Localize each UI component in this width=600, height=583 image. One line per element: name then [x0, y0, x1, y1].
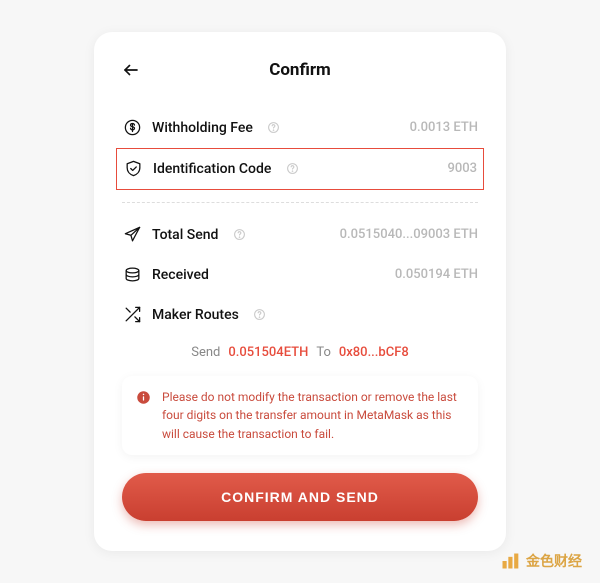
received-row: Received 0.050194 ETH — [122, 255, 478, 295]
watermark-text: 金色财经 — [526, 551, 582, 571]
page-title: Confirm — [269, 60, 331, 80]
received-value: 0.050194 ETH — [395, 267, 478, 282]
separator — [122, 202, 478, 203]
withholding-fee-value: 0.0013 ETH — [410, 120, 478, 135]
warning-text: Please do not modify the transaction or … — [162, 388, 464, 444]
total-send-value: 0.0515040...09003 ETH — [340, 227, 478, 242]
warning-box: Please do not modify the transaction or … — [122, 376, 478, 456]
withholding-fee-label: Withholding Fee — [152, 120, 253, 136]
send-amount: 0.051504ETH — [228, 345, 308, 360]
withholding-fee-row: Withholding Fee 0.0013 ETH — [122, 108, 478, 148]
watermark: 金色财经 — [500, 551, 582, 571]
identification-code-label: Identification Code — [153, 161, 271, 177]
help-icon[interactable] — [253, 308, 267, 322]
watermark-icon — [500, 551, 520, 571]
to-label: To — [316, 345, 331, 360]
send-icon — [122, 225, 142, 245]
info-icon — [136, 390, 152, 406]
back-button[interactable] — [122, 61, 140, 79]
help-icon[interactable] — [232, 228, 246, 242]
help-icon[interactable] — [285, 162, 299, 176]
identification-code-value: 9003 — [447, 161, 477, 176]
dollar-icon — [122, 118, 142, 138]
maker-routes-label: Maker Routes — [152, 307, 239, 323]
confirm-card: Confirm Withholding Fee 0.0013 ETH — [94, 32, 506, 552]
total-send-row: Total Send 0.0515040...09003 ETH — [122, 215, 478, 255]
confirm-and-send-button[interactable]: CONFIRM AND SEND — [122, 473, 478, 521]
help-icon[interactable] — [267, 121, 281, 135]
send-label: Send — [191, 345, 220, 360]
maker-routes-row: Maker Routes — [122, 295, 478, 335]
identification-code-row: Identification Code 9003 — [116, 148, 484, 190]
maker-route-detail: Send 0.051504ETH To 0x80...bCF8 — [122, 345, 478, 360]
arrow-left-icon — [122, 61, 140, 79]
total-send-label: Total Send — [152, 227, 218, 243]
shield-icon — [123, 159, 143, 179]
coins-icon — [122, 265, 142, 285]
received-label: Received — [152, 267, 209, 283]
shuffle-icon — [122, 305, 142, 325]
header: Confirm — [122, 60, 478, 80]
to-address: 0x80...bCF8 — [339, 345, 409, 360]
